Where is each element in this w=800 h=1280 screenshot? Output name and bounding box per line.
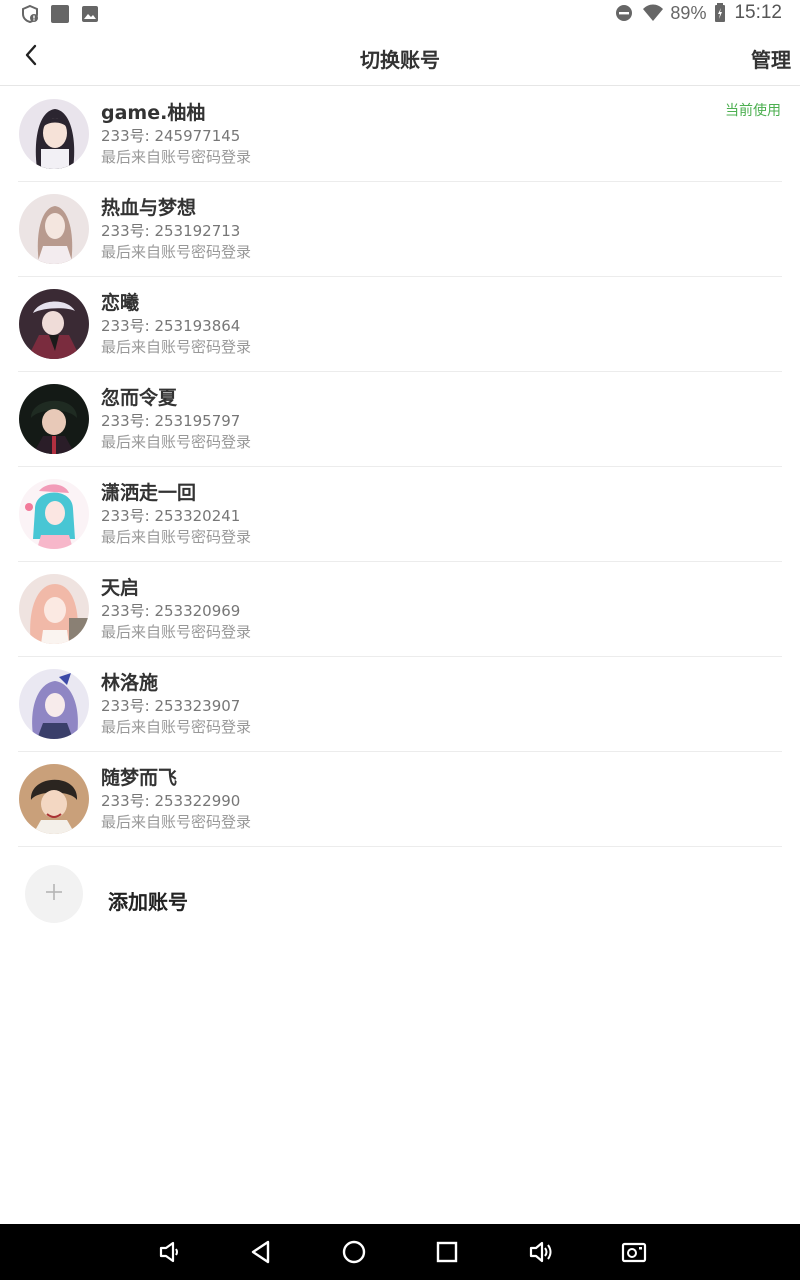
account-row[interactable]: 恋曦 233号: 253193864 最后来自账号密码登录 <box>18 277 782 372</box>
status-right: 89% 15:12 <box>614 2 782 24</box>
last-login-method: 最后来自账号密码登录 <box>101 243 252 261</box>
volume-up-icon <box>527 1241 555 1270</box>
account-id: 233号: 253323907 <box>101 697 241 715</box>
status-bar: 89% 15:12 <box>0 0 800 30</box>
account-id: 233号: 253320969 <box>101 602 241 620</box>
back-nav-button[interactable] <box>247 1238 275 1266</box>
wifi-icon <box>642 3 664 23</box>
avatar <box>19 669 89 739</box>
account-row[interactable]: game.柚柚 233号: 245977145 最后来自账号密码登录 当前使用 <box>18 87 782 182</box>
shield-alert-icon <box>20 4 40 24</box>
volume-down-button[interactable] <box>156 1238 184 1266</box>
avatar <box>19 99 89 169</box>
account-id: 233号: 245977145 <box>101 127 241 145</box>
square-app-icon <box>50 4 70 24</box>
screenshot-icon <box>620 1242 648 1270</box>
avatar <box>19 289 89 359</box>
account-name: 林洛施 <box>101 672 159 694</box>
account-info: 恋曦 233号: 253193864 最后来自账号密码登录 <box>101 290 251 358</box>
last-login-method: 最后来自账号密码登录 <box>101 338 252 356</box>
last-login-method: 最后来自账号密码登录 <box>101 623 252 641</box>
account-id: 233号: 253322990 <box>101 792 241 810</box>
account-info: 热血与梦想 233号: 253192713 最后来自账号密码登录 <box>101 195 251 263</box>
account-row[interactable]: 林洛施 233号: 253323907 最后来自账号密码登录 <box>18 657 782 752</box>
account-name: game.柚柚 <box>101 102 206 124</box>
account-row[interactable]: 潇洒走一回 233号: 253320241 最后来自账号密码登录 <box>18 467 782 562</box>
account-name: 潇洒走一回 <box>101 482 197 504</box>
current-account-badge: 当前使用 <box>725 103 781 119</box>
last-login-method: 最后来自账号密码登录 <box>101 813 252 831</box>
back-triangle-icon <box>247 1240 275 1270</box>
avatar <box>19 574 89 644</box>
avatar <box>19 479 89 549</box>
title-bar: 切换账号 管理 <box>0 30 800 86</box>
account-id: 233号: 253320241 <box>101 507 241 525</box>
account-info: 忽而令夏 233号: 253195797 最后来自账号密码登录 <box>101 385 251 453</box>
account-info: 天启 233号: 253320969 最后来自账号密码登录 <box>101 575 251 643</box>
volume-up-button[interactable] <box>527 1238 555 1266</box>
avatar <box>19 384 89 454</box>
image-icon <box>80 4 100 24</box>
account-info: game.柚柚 233号: 245977145 最后来自账号密码登录 <box>101 100 251 168</box>
screenshot-button[interactable] <box>620 1238 648 1266</box>
account-name: 恋曦 <box>101 292 140 314</box>
page-title: 切换账号 <box>360 48 440 72</box>
plus-icon <box>44 882 64 906</box>
account-name: 天启 <box>101 577 140 599</box>
battery-icon <box>714 3 726 23</box>
volume-down-icon <box>156 1241 184 1270</box>
account-info: 潇洒走一回 233号: 253320241 最后来自账号密码登录 <box>101 480 251 548</box>
account-list: game.柚柚 233号: 245977145 最后来自账号密码登录 当前使用 … <box>18 87 782 847</box>
account-info: 林洛施 233号: 253323907 最后来自账号密码登录 <box>101 670 251 738</box>
account-row[interactable]: 天启 233号: 253320969 最后来自账号密码登录 <box>18 562 782 657</box>
last-login-method: 最后来自账号密码登录 <box>101 148 252 166</box>
avatar <box>19 194 89 264</box>
add-account-label: 添加账号 <box>108 890 188 914</box>
account-info: 随梦而飞 233号: 253322990 最后来自账号密码登录 <box>101 765 251 833</box>
home-circle-icon <box>340 1240 368 1270</box>
last-login-method: 最后来自账号密码登录 <box>101 718 252 736</box>
home-nav-button[interactable] <box>340 1238 368 1266</box>
add-account-circle <box>25 865 83 923</box>
account-id: 233号: 253193864 <box>101 317 241 335</box>
account-row[interactable]: 随梦而飞 233号: 253322990 最后来自账号密码登录 <box>18 752 782 847</box>
recents-nav-button[interactable] <box>433 1238 461 1266</box>
status-left-icons <box>20 4 100 24</box>
manage-button[interactable]: 管理 <box>751 44 791 73</box>
account-name: 随梦而飞 <box>101 767 178 789</box>
do-not-disturb-icon <box>614 3 634 23</box>
avatar <box>19 764 89 834</box>
account-id: 233号: 253192713 <box>101 222 241 240</box>
account-name: 热血与梦想 <box>101 197 197 219</box>
account-name: 忽而令夏 <box>101 387 178 409</box>
account-row[interactable]: 忽而令夏 233号: 253195797 最后来自账号密码登录 <box>18 372 782 467</box>
account-row[interactable]: 热血与梦想 233号: 253192713 最后来自账号密码登录 <box>18 182 782 277</box>
system-nav-bar <box>0 1224 800 1280</box>
last-login-method: 最后来自账号密码登录 <box>101 528 252 546</box>
clock: 15:12 <box>734 2 782 23</box>
recents-square-icon <box>433 1241 461 1270</box>
battery-percent: 89% <box>670 2 707 23</box>
add-account-button[interactable]: 添加账号 <box>18 855 782 935</box>
last-login-method: 最后来自账号密码登录 <box>101 433 252 451</box>
account-id: 233号: 253195797 <box>101 412 241 430</box>
